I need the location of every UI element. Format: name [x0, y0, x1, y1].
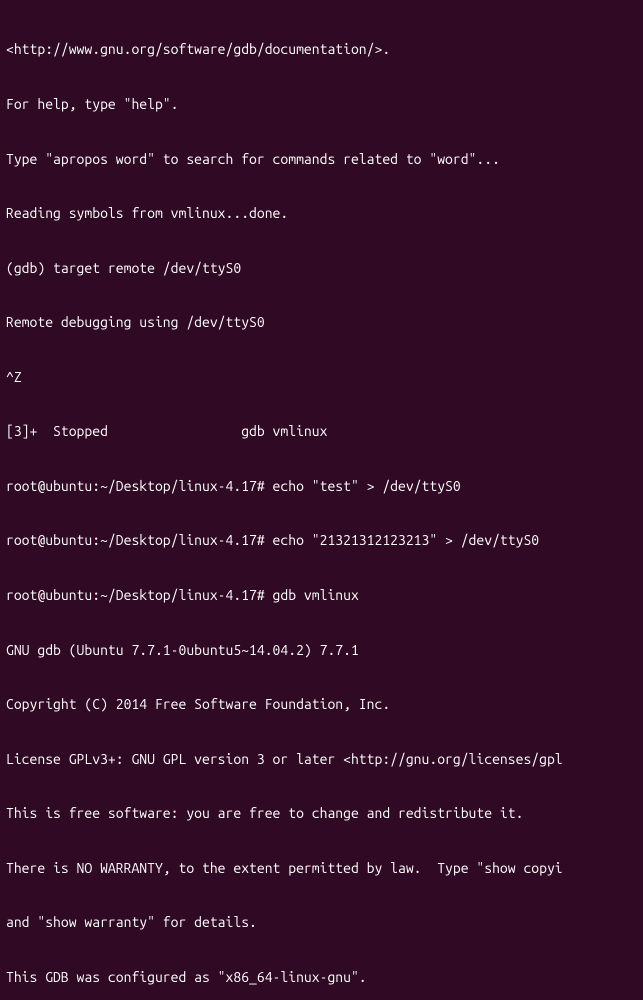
terminal-line: Type "apropos word" to search for comman… [6, 150, 637, 168]
terminal-line: Remote debugging using /dev/ttyS0 [6, 313, 637, 331]
terminal-line: (gdb) target remote /dev/ttyS0 [6, 259, 637, 277]
terminal-line: GNU gdb (Ubuntu 7.7.1-0ubuntu5~14.04.2) … [6, 641, 637, 659]
terminal-line: For help, type "help". [6, 95, 637, 113]
terminal-line: ^Z [6, 368, 637, 386]
terminal-line: root@ubuntu:~/Desktop/linux-4.17# gdb vm… [6, 586, 637, 604]
terminal-line: and "show warranty" for details. [6, 913, 637, 931]
terminal-line: Reading symbols from vmlinux...done. [6, 204, 637, 222]
terminal-line: This GDB was configured as "x86_64-linux… [6, 968, 637, 986]
terminal-line: Copyright (C) 2014 Free Software Foundat… [6, 695, 637, 713]
terminal-line: root@ubuntu:~/Desktop/linux-4.17# echo "… [6, 531, 637, 549]
terminal-line: There is NO WARRANTY, to the extent perm… [6, 859, 637, 877]
terminal-line: [3]+ Stopped gdb vmlinux [6, 422, 637, 440]
terminal-line: License GPLv3+: GNU GPL version 3 or lat… [6, 750, 637, 768]
terminal-line: This is free software: you are free to c… [6, 804, 637, 822]
terminal-line: root@ubuntu:~/Desktop/linux-4.17# echo "… [6, 477, 637, 495]
terminal-output[interactable]: <http://www.gnu.org/software/gdb/documen… [6, 4, 637, 1000]
terminal-line: <http://www.gnu.org/software/gdb/documen… [6, 40, 637, 58]
